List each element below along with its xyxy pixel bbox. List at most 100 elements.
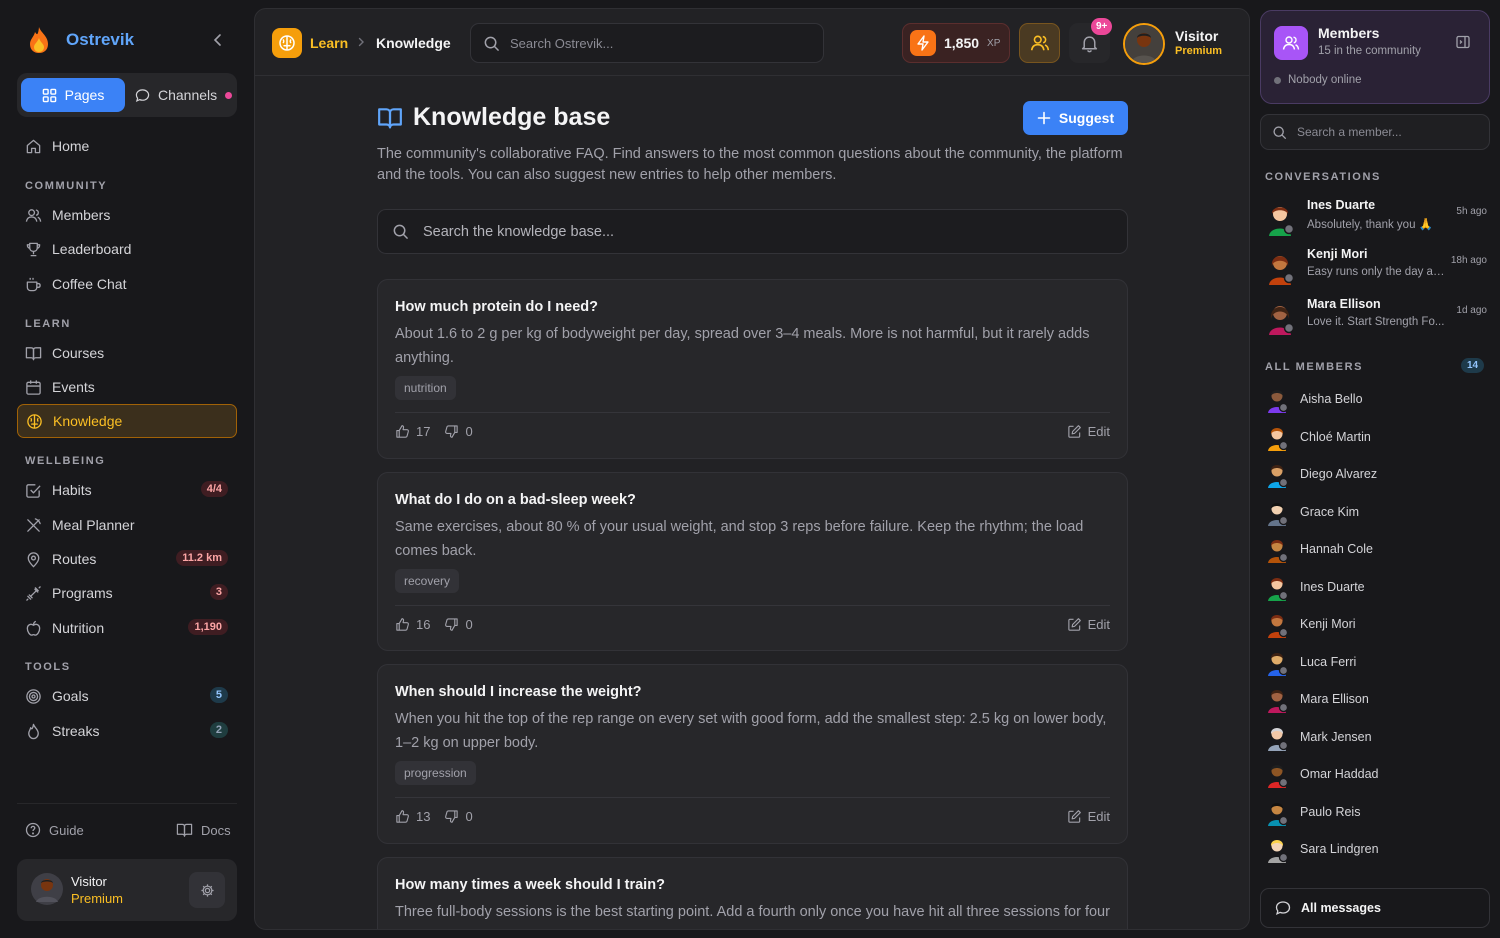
edit-button[interactable]: Edit	[1067, 809, 1110, 824]
edit-icon	[1067, 810, 1081, 823]
global-search[interactable]	[470, 23, 824, 63]
community-button[interactable]	[1019, 23, 1060, 63]
sidebar-item-label: Leaderboard	[52, 241, 132, 257]
brand[interactable]: Ostrevik	[26, 22, 134, 58]
sidebar-item-programs[interactable]: Programs 3	[17, 576, 237, 610]
xp-counter[interactable]: 1,850 XP	[902, 23, 1010, 63]
member-item[interactable]: Aisha Bello	[1265, 382, 1487, 416]
collapse-sidebar-button[interactable]	[208, 30, 228, 50]
conversation-name: Ines Duarte	[1307, 198, 1376, 212]
tab-channels[interactable]: Channels	[125, 87, 233, 103]
faq-tag[interactable]: progression	[395, 761, 476, 785]
sidebar-divider	[17, 803, 237, 804]
member-item[interactable]: Mara Ellison	[1265, 682, 1487, 716]
apple-icon	[26, 620, 41, 636]
sidebar-item-label: Meal Planner	[52, 517, 135, 533]
learn-section-icon[interactable]	[272, 28, 302, 58]
faq-entry: When should I increase the weight? When …	[377, 664, 1128, 844]
member-name: Mark Jensen	[1300, 729, 1372, 744]
member-item[interactable]: Ines Duarte	[1265, 570, 1487, 604]
avatar[interactable]	[1123, 23, 1165, 65]
avatar	[1268, 502, 1289, 526]
tab-pages[interactable]: Pages	[21, 78, 125, 112]
sidebar-item-knowledge[interactable]: Knowledge	[17, 404, 237, 438]
sidebar-item-label: Habits	[52, 482, 92, 498]
member-item[interactable]: Mark Jensen	[1265, 720, 1487, 754]
member-item[interactable]: Paulo Reis	[1265, 795, 1487, 829]
member-item[interactable]: Kenji Mori	[1265, 607, 1487, 641]
sidebar-item-coffee-chat[interactable]: Coffee Chat	[17, 267, 237, 301]
member-item[interactable]: Chloé Martin	[1265, 420, 1487, 454]
sidebar-item-streaks[interactable]: Streaks 2	[17, 714, 237, 748]
flame-icon	[28, 723, 39, 739]
thumbs-up-icon[interactable]	[395, 809, 410, 824]
thumbs-down-icon[interactable]	[444, 809, 459, 824]
knowledge-search-input[interactable]	[423, 223, 1023, 240]
chat-bubble-icon	[1275, 901, 1291, 915]
routes-badge: 11.2 km	[176, 550, 228, 566]
sidebar-item-habits[interactable]: Habits 4/4	[17, 473, 237, 507]
sidebar-item-label: Events	[52, 379, 95, 395]
thumbs-up-icon[interactable]	[395, 424, 410, 439]
member-item[interactable]: Sara Lindgren	[1265, 832, 1487, 866]
sidebar-item-home[interactable]: Home	[17, 129, 237, 163]
all-messages-label: All messages	[1301, 901, 1381, 915]
member-name: Diego Alvarez	[1300, 467, 1378, 481]
faq-tag[interactable]: nutrition	[395, 376, 456, 400]
member-item[interactable]: Omar Haddad	[1265, 757, 1487, 791]
faq-tag[interactable]: recovery	[395, 569, 460, 593]
conversation-item[interactable]: Kenji Mori Easy runs only the day after …	[1265, 245, 1487, 289]
nutrition-badge: 1,190	[188, 619, 228, 635]
edit-button[interactable]: Edit	[1067, 617, 1110, 632]
search-icon	[1273, 125, 1286, 139]
brain-icon	[27, 413, 42, 429]
thumbs-down-icon[interactable]	[444, 424, 459, 439]
member-item[interactable]: Luca Ferri	[1265, 645, 1487, 679]
edit-label: Edit	[1087, 809, 1110, 824]
breadcrumb-learn[interactable]: Learn	[310, 35, 348, 51]
member-item[interactable]: Grace Kim	[1265, 495, 1487, 529]
conversation-item[interactable]: Ines Duarte Absolutely, thank you 🙏 5h a…	[1265, 196, 1487, 240]
sidebar-item-events[interactable]: Events	[17, 370, 237, 404]
current-user-card[interactable]: Visitor Premium	[17, 859, 237, 921]
sidebar-toggle-icon[interactable]	[1455, 34, 1471, 50]
member-search-input[interactable]	[1297, 125, 1467, 139]
sidebar-item-meal-planner[interactable]: Meal Planner	[17, 508, 237, 542]
all-messages-button[interactable]: All messages	[1260, 888, 1490, 928]
settings-button[interactable]	[189, 872, 225, 908]
sidebar-item-courses[interactable]: Courses	[17, 336, 237, 370]
sidebar-item-nutrition[interactable]: Nutrition 1,190	[17, 611, 237, 645]
edit-icon	[1067, 618, 1081, 631]
section-label-community: COMMUNITY	[25, 180, 108, 192]
sidebar-item-leaderboard[interactable]: Leaderboard	[17, 232, 237, 266]
member-name: Kenji Mori	[1300, 617, 1356, 631]
sidebar-item-members[interactable]: Members	[17, 198, 237, 232]
chevron-left-icon	[213, 34, 221, 46]
member-search[interactable]	[1260, 114, 1490, 150]
global-search-input[interactable]	[510, 35, 790, 51]
suggest-button[interactable]: Suggest	[1023, 101, 1128, 135]
edit-button[interactable]: Edit	[1067, 424, 1110, 439]
thumbs-down-icon[interactable]	[444, 617, 459, 632]
all-members-label: ALL MEMBERS	[1265, 361, 1364, 373]
conversation-name: Kenji Mori	[1307, 247, 1368, 261]
breadcrumb-current: Knowledge	[376, 35, 451, 51]
docs-link[interactable]: Docs	[176, 822, 231, 838]
sidebar-item-routes[interactable]: Routes 11.2 km	[17, 542, 237, 576]
avatar	[1268, 690, 1289, 713]
conversation-item[interactable]: Mara Ellison Love it. Start Strength Fo.…	[1265, 295, 1487, 339]
brain-icon	[279, 35, 295, 51]
sidebar-item-goals[interactable]: Goals 5	[17, 679, 237, 713]
current-user-name: Visitor	[71, 874, 107, 889]
member-item[interactable]: Hannah Cole	[1265, 532, 1487, 566]
guide-link[interactable]: Guide	[25, 822, 84, 838]
member-name: Grace Kim	[1300, 504, 1360, 519]
member-item[interactable]: Diego Alvarez	[1265, 457, 1487, 491]
faq-question: When should I increase the weight?	[395, 684, 642, 700]
thumbs-up-icon[interactable]	[395, 617, 410, 632]
sidebar-item-label: Goals	[52, 688, 89, 704]
all-members-count: 14	[1461, 358, 1485, 373]
conversations-label: CONVERSATIONS	[1265, 171, 1381, 183]
vote-controls: 16 0	[395, 617, 473, 632]
knowledge-search[interactable]	[377, 209, 1128, 254]
